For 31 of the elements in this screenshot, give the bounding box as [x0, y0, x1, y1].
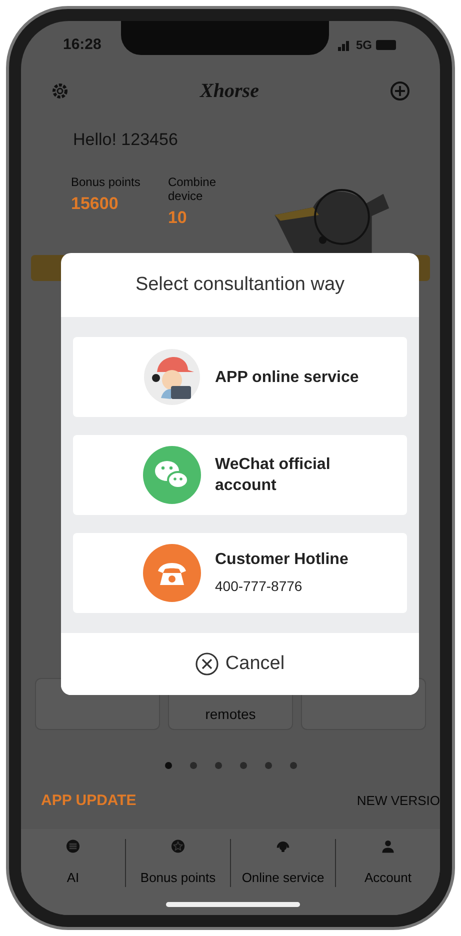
mascot-avatar-icon	[143, 348, 201, 406]
stat-label: Bonus points	[71, 175, 142, 189]
consultation-option[interactable]: Customer Hotline 400-777-8776	[73, 533, 407, 613]
battery-icon	[376, 40, 398, 50]
close-icon	[195, 652, 220, 676]
tab-item[interactable]: Online service	[230, 839, 335, 887]
brand-logo: Xhorse	[200, 79, 259, 104]
option-title: Customer Hotline	[215, 550, 350, 570]
settings-icon	[51, 82, 69, 100]
chat-bubbles-icon	[143, 446, 201, 504]
consultation-option[interactable]: WeChat official account	[73, 435, 407, 515]
tab-item[interactable]: AI	[21, 839, 125, 887]
stat-value: 15600	[71, 193, 120, 215]
option-subtitle: 400-777-8776	[215, 577, 302, 596]
card-label: remotes	[205, 705, 256, 724]
dialog-title: Select consultantion way	[135, 272, 345, 297]
add-icon[interactable]	[390, 81, 410, 101]
tab-item[interactable]: Bonus points	[125, 839, 230, 887]
network-label: 5G	[356, 37, 372, 54]
tab-item[interactable]: Account	[335, 839, 440, 887]
status-time: 16:28	[63, 34, 102, 55]
option-title: WeChat official account	[215, 455, 332, 496]
consultation-option[interactable]: APP online service	[73, 337, 407, 417]
telephone-icon	[143, 544, 201, 602]
greeting-text: Hello! 123456	[73, 130, 178, 149]
update-title: APP UPDATE	[41, 790, 136, 811]
option-title: APP online service	[215, 368, 360, 388]
stat-value: 10	[168, 207, 188, 229]
stat-label: Combine device	[168, 175, 217, 203]
signal-icon	[338, 39, 352, 51]
new-version-link[interactable]: NEW VERSIO	[356, 791, 440, 811]
